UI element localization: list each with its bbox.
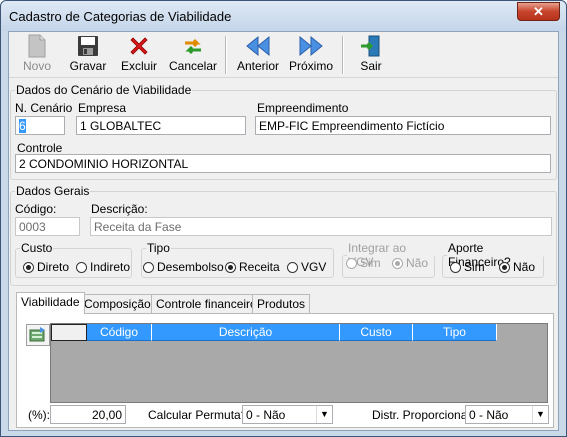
viabilidade-grid[interactable]: Código Descrição Custo Tipo: [50, 323, 548, 403]
close-window-button[interactable]: ✕: [517, 2, 560, 21]
chevron-down-icon: ▼: [532, 406, 548, 423]
distr-value: 0 - Não: [469, 408, 509, 422]
radio-checked-icon: [225, 262, 236, 273]
toolbar: Novo Gravar Excluir Cancelar Anterior Pr…: [9, 32, 558, 78]
descricao-label: Descrição:: [91, 202, 148, 216]
radio-checked-icon: [392, 258, 403, 269]
toolbar-separator-2: [342, 36, 344, 74]
tipo-legend: Tipo: [147, 241, 170, 255]
integrar-sim-label: Sim: [360, 256, 381, 270]
grid-edit-button[interactable]: [26, 324, 50, 346]
gravar-button[interactable]: Gravar: [66, 34, 110, 76]
col-codigo[interactable]: Código: [87, 324, 152, 341]
integrar-nao-radio[interactable]: Não: [392, 256, 428, 270]
excluir-label: Excluir: [120, 59, 157, 73]
n-cenario-value: 6: [19, 119, 26, 133]
tab-controle-financeiro[interactable]: Controle financeiro: [151, 294, 262, 314]
radio-checked-icon: [23, 262, 34, 273]
empreendimento-input[interactable]: EMP-FIC Empreendimento Fictício: [255, 116, 551, 135]
proximo-label: Próximo: [288, 59, 333, 73]
percent-input[interactable]: 20,00: [50, 405, 126, 424]
novo-button[interactable]: Novo: [15, 34, 59, 76]
grid-corner: [51, 324, 87, 341]
aporte-nao-radio[interactable]: Não: [499, 260, 535, 274]
tipo-desembolso-radio[interactable]: Desembolso: [143, 260, 224, 274]
aporte-sim-label: Sim: [464, 260, 485, 274]
client-area: Novo Gravar Excluir Cancelar Anterior Pr…: [8, 31, 559, 431]
tab-produtos[interactable]: Produtos: [252, 294, 311, 314]
save-icon: [78, 36, 98, 56]
col-descricao[interactable]: Descrição: [152, 324, 340, 341]
custo-legend: Custo: [21, 241, 53, 255]
undo-arrows-icon: [185, 38, 201, 55]
delete-x-icon: [130, 37, 148, 55]
permuta-label: Calcular Permuta?: [148, 408, 248, 422]
gravar-label: Gravar: [69, 59, 107, 73]
app-window: Cadastro de Categorias de Viabilidade ✕ …: [0, 0, 567, 437]
col-tipo[interactable]: Tipo: [413, 324, 497, 341]
radio-unchecked-icon: [450, 262, 461, 273]
tipo-receita-label: Receita: [239, 260, 280, 274]
aporte-sim-radio[interactable]: Sim: [450, 260, 485, 274]
permuta-select[interactable]: 0 - Não ▼: [242, 405, 333, 424]
integrar-sim-radio[interactable]: Sim: [346, 256, 381, 270]
previous-arrow-icon: [246, 35, 270, 57]
excluir-button[interactable]: Excluir: [117, 34, 161, 76]
controle-input[interactable]: 2 CONDOMINIO HORIZONTAL: [15, 154, 551, 173]
tab-viabilidade[interactable]: Viabilidade: [16, 292, 85, 314]
window-title: Cadastro de Categorias de Viabilidade: [9, 9, 232, 24]
viabilidade-panel: Código Descrição Custo Tipo (%): 20,00 C…: [16, 313, 554, 428]
aporte-nao-label: Não: [513, 260, 536, 274]
radio-unchecked-icon: [287, 262, 298, 273]
empreendimento-label: Empreendimento: [257, 101, 349, 115]
cenario-legend: Dados do Cenário de Viabilidade: [16, 83, 192, 97]
distr-label: Distr. Proporcional:: [372, 408, 474, 422]
codigo-label: Código:: [15, 202, 57, 216]
cancelar-label: Cancelar: [168, 59, 218, 73]
novo-label: Novo: [22, 59, 51, 73]
col-custo[interactable]: Custo: [340, 324, 413, 341]
radio-unchecked-icon: [76, 262, 87, 273]
tipo-desembolso-label: Desembolso: [157, 260, 224, 274]
proximo-button[interactable]: Próximo: [286, 34, 336, 76]
tipo-receita-radio[interactable]: Receita: [225, 260, 280, 274]
tipo-vgv-radio[interactable]: VGV: [287, 260, 326, 274]
percent-label: (%):: [28, 408, 50, 422]
radio-unchecked-icon: [143, 262, 154, 273]
new-document-icon: [28, 34, 46, 58]
custo-indireto-radio[interactable]: Indireto: [76, 260, 130, 274]
toolbar-separator: [225, 36, 227, 74]
empresa-input[interactable]: 1 GLOBALTEC: [76, 116, 246, 135]
custo-indireto-label: Indireto: [90, 260, 131, 274]
sair-button[interactable]: Sair: [351, 34, 391, 76]
anterior-label: Anterior: [236, 59, 280, 73]
descricao-input[interactable]: Receita da Fase: [90, 217, 552, 236]
gerais-legend: Dados Gerais: [16, 184, 90, 198]
radio-checked-icon: [499, 262, 510, 273]
cancelar-button[interactable]: Cancelar: [167, 34, 219, 76]
permuta-value: 0 - Não: [246, 408, 286, 422]
grid-edit-icon: [29, 327, 45, 342]
codigo-input[interactable]: 0003: [15, 217, 80, 236]
title-bar: Cadastro de Categorias de Viabilidade ✕: [1, 1, 566, 31]
n-cenario-input[interactable]: 6: [15, 116, 65, 135]
n-cenario-label: N. Cenário: [15, 101, 73, 115]
radio-unchecked-icon: [346, 258, 357, 269]
exit-door-icon: [361, 35, 380, 57]
distr-select[interactable]: 0 - Não ▼: [465, 405, 549, 424]
custo-direto-label: Direto: [37, 260, 70, 274]
tab-composicao[interactable]: Composição: [79, 294, 156, 314]
chevron-down-icon: ▼: [316, 406, 332, 423]
empresa-label: Empresa: [78, 101, 127, 115]
custo-direto-radio[interactable]: Direto: [23, 260, 69, 274]
sair-label: Sair: [360, 59, 382, 73]
tipo-vgv-label: VGV: [301, 260, 327, 274]
anterior-button[interactable]: Anterior: [233, 34, 283, 76]
controle-label: Controle: [17, 141, 63, 155]
integrar-nao-label: Não: [406, 256, 429, 270]
next-arrow-icon: [299, 35, 323, 57]
